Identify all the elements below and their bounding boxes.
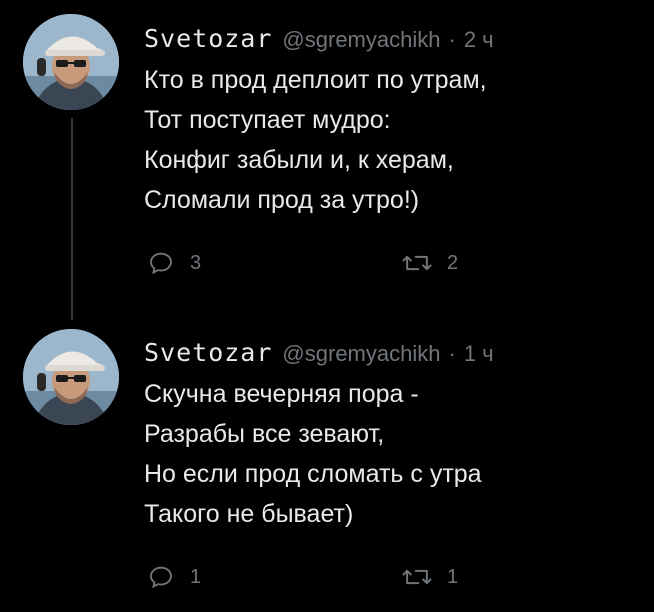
- separator-dot: ·: [448, 27, 456, 52]
- tweet-actions: 3 2: [146, 248, 566, 284]
- tweet-text-line: Разрабы все зевают,: [144, 420, 385, 448]
- reply-icon: [150, 566, 172, 589]
- tweet-text: Скучна вечерняя пора - Разрабы все зеваю…: [144, 374, 644, 534]
- retweet-count: 2: [447, 251, 459, 274]
- tweet-text: Кто в прод деплоит по утрам, Тот поступа…: [144, 60, 644, 220]
- reply-icon: [150, 252, 172, 275]
- timestamp[interactable]: 1 ч: [464, 341, 494, 367]
- author-handle[interactable]: @sgremyachikh: [282, 27, 440, 53]
- retweet-count: 1: [447, 565, 459, 588]
- tweet-text-line: Конфиг забыли и, к херам,: [144, 146, 454, 174]
- tweet-text-line: Такого не бывает): [144, 500, 354, 528]
- tweet-actions: 1 1: [146, 562, 566, 598]
- reply-count: 3: [190, 251, 202, 274]
- reply-button[interactable]: 3: [146, 248, 201, 278]
- reply-count: 1: [190, 565, 202, 588]
- separator-dot: ·: [448, 341, 456, 366]
- reply-button[interactable]: 1: [146, 562, 201, 592]
- tweet-text-line: Тот поступает мудро:: [144, 106, 391, 134]
- retweet-icon: [402, 569, 432, 585]
- tweet-text-line: Скучна вечерняя пора -: [144, 380, 419, 408]
- retweet-button[interactable]: 1: [401, 562, 458, 592]
- timestamp[interactable]: 2 ч: [464, 27, 494, 53]
- author-display-name[interactable]: Svetozar: [144, 24, 272, 53]
- tweet-header: Svetozar @sgremyachikh · 1 ч: [144, 338, 494, 367]
- avatar[interactable]: [23, 14, 119, 110]
- avatar-image: [23, 329, 119, 425]
- tweet-text-line: Но если прод сломать с утра: [144, 460, 482, 488]
- author-handle[interactable]: @sgremyachikh: [282, 341, 440, 367]
- tweet[interactable]: Svetozar @sgremyachikh · 1 ч Скучна вече…: [0, 318, 654, 612]
- retweet-icon: [402, 255, 432, 271]
- tweet-text-line: Кто в прод деплоит по утрам,: [144, 66, 487, 94]
- tweet[interactable]: Svetozar @sgremyachikh · 2 ч Кто в прод …: [0, 0, 654, 310]
- tweet-header: Svetozar @sgremyachikh · 2 ч: [144, 24, 494, 53]
- avatar[interactable]: [23, 329, 119, 425]
- avatar-image: [23, 14, 119, 110]
- retweet-button[interactable]: 2: [401, 248, 458, 278]
- author-display-name[interactable]: Svetozar: [144, 338, 272, 367]
- tweet-text-line: Сломали прод за утро!): [144, 186, 420, 214]
